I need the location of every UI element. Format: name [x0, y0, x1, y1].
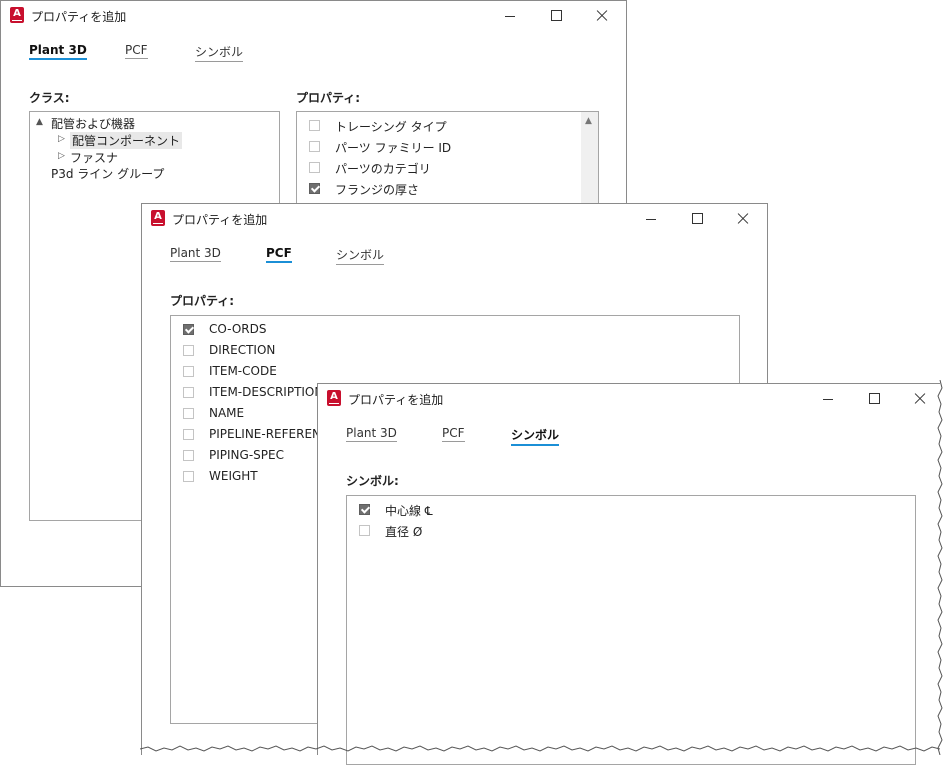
expand-arrow-icon[interactable]: ▷	[58, 151, 65, 161]
checkbox[interactable]	[183, 471, 194, 482]
title-bar[interactable]: A プロパティを追加	[318, 384, 940, 414]
checkbox-label: WEIGHT	[209, 469, 258, 483]
tab-plant3d[interactable]: Plant 3D	[29, 43, 87, 60]
checkbox[interactable]	[309, 141, 320, 152]
tab-pcf[interactable]: PCF	[442, 426, 465, 442]
maximize-icon[interactable]	[675, 204, 719, 234]
checkbox[interactable]	[183, 429, 194, 440]
checkbox-label: 直径 Ø	[385, 525, 423, 539]
tab-symbol[interactable]: シンボル	[336, 246, 385, 265]
properties-label: プロパティ:	[296, 91, 361, 105]
minimize-icon[interactable]	[488, 1, 532, 31]
minimize-icon[interactable]	[629, 204, 673, 234]
checkbox[interactable]	[183, 345, 194, 356]
checkbox[interactable]	[183, 366, 194, 377]
tab-pcf[interactable]: PCF	[125, 43, 148, 59]
window-title: プロパティを追加	[348, 393, 444, 407]
scroll-up-icon[interactable]: ▲	[585, 116, 592, 126]
checkbox-label: パーツ ファミリー ID	[335, 141, 452, 155]
tab-plant3d[interactable]: Plant 3D	[170, 246, 221, 262]
properties-list[interactable]: ▲ トレーシング タイプ パーツ ファミリー ID パーツのカテゴリ フランジの…	[296, 111, 599, 211]
tab-symbol[interactable]: シンボル	[511, 426, 560, 446]
tab-symbol[interactable]: シンボル	[195, 43, 244, 62]
checkbox[interactable]	[359, 525, 370, 536]
tree-item[interactable]: P3d ライン グループ	[51, 165, 164, 182]
app-icon: A	[151, 210, 165, 226]
checkbox-label: CO-ORDS	[209, 322, 267, 336]
properties-label: プロパティ:	[170, 294, 235, 308]
scrollbar[interactable]: ▲	[581, 112, 598, 210]
dialog-symbol: A プロパティを追加 Plant 3D PCF シンボル シンボル: 中心線 ℄…	[317, 383, 940, 765]
torn-edge-bottom	[140, 745, 940, 752]
checkbox-label: PIPING-SPEC	[209, 448, 284, 462]
collapse-arrow-icon[interactable]: ▲	[36, 117, 43, 127]
window-title: プロパティを追加	[31, 10, 127, 24]
checkbox-label: ITEM-DESCRIPTION	[209, 385, 324, 399]
checkbox-label: DIRECTION	[209, 343, 276, 357]
checkbox[interactable]	[183, 324, 194, 335]
symbols-list[interactable]: 中心線 ℄ 直径 Ø	[346, 495, 916, 765]
torn-edge-right	[937, 380, 943, 755]
minimize-icon[interactable]	[806, 384, 850, 414]
expand-arrow-icon[interactable]: ▷	[58, 134, 65, 144]
checkbox-label: パーツのカテゴリ	[335, 162, 431, 176]
tab-plant3d[interactable]: Plant 3D	[346, 426, 397, 442]
checkbox-label: ITEM-CODE	[209, 364, 277, 378]
window-title: プロパティを追加	[172, 213, 268, 227]
tab-pcf[interactable]: PCF	[266, 246, 292, 263]
tree-item[interactable]: 配管コンポーネント	[70, 132, 183, 149]
checkbox[interactable]	[183, 408, 194, 419]
app-icon: A	[327, 390, 341, 406]
app-icon: A	[10, 7, 24, 23]
close-icon[interactable]	[580, 1, 624, 31]
close-icon[interactable]	[721, 204, 765, 234]
checkbox-label: フランジの厚さ	[335, 183, 420, 197]
maximize-icon[interactable]	[534, 1, 578, 31]
checkbox-label: NAME	[209, 406, 245, 420]
title-bar[interactable]: A プロパティを追加	[142, 204, 767, 234]
checkbox[interactable]	[359, 504, 370, 515]
title-bar[interactable]: A プロパティを追加	[1, 1, 626, 31]
checkbox[interactable]	[309, 162, 320, 173]
checkbox[interactable]	[309, 183, 320, 194]
checkbox-label: 中心線 ℄	[385, 504, 433, 518]
checkbox-label: トレーシング タイプ	[335, 120, 447, 134]
symbols-label: シンボル:	[346, 474, 399, 488]
checkbox[interactable]	[309, 120, 320, 131]
tree-item[interactable]: 配管および機器	[51, 115, 135, 132]
class-label: クラス:	[29, 91, 70, 105]
tree-item[interactable]: ファスナ	[70, 149, 118, 166]
checkbox[interactable]	[183, 450, 194, 461]
maximize-icon[interactable]	[852, 384, 896, 414]
checkbox[interactable]	[183, 387, 194, 398]
